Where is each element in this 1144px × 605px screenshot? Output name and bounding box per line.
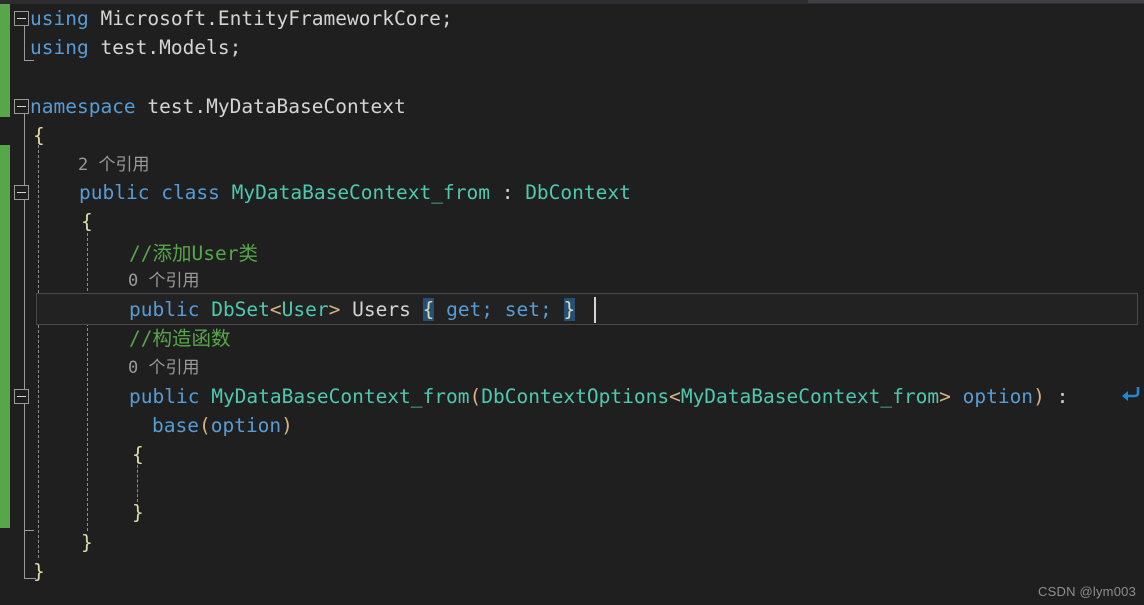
code-line-16[interactable]: { [132,440,144,469]
code-line-12-comment[interactable]: //构造函数 [129,324,230,353]
token-arg-option: option [210,414,282,437]
code-line-1[interactable]: using Microsoft.EntityFrameworkCore; [30,4,453,33]
token-matched-close-brace: } [563,298,576,321]
token-colon-inherit: : [501,181,514,204]
token-ctor-name: MyDataBaseContext_from [211,385,470,408]
code-editor-surface[interactable]: using Microsoft.EntityFrameworkCore; usi… [0,0,1144,605]
codelens-property-references[interactable]: 0 个引用 [128,268,199,294]
token-open-brace-class: { [81,210,93,233]
code-line-5[interactable]: { [33,121,45,150]
token-keyword-class: class [161,181,220,204]
code-line-14[interactable]: public MyDataBaseContext_from(DbContextO… [129,382,1068,411]
code-text-layer: using Microsoft.EntityFrameworkCore; usi… [0,0,1144,605]
token-lparen-ctor: ( [469,385,482,408]
token-property-users: Users [352,298,411,321]
token-type-generic-arg: MyDataBaseContext_from [680,385,940,408]
token-close-brace-class: } [81,531,93,554]
token-open-brace-namespace: { [33,124,45,147]
code-line-2[interactable]: using test.Models; [30,33,241,62]
code-line-15[interactable]: base(option) [152,411,293,440]
token-type-dbset: DbSet [211,298,270,321]
code-line-19[interactable]: } [81,528,93,557]
token-type-class-name: MyDataBaseContext_from [231,181,490,204]
code-line-20[interactable]: } [33,557,45,586]
token-keyword-using-1: using [30,7,89,30]
token-close-brace-ctor: } [132,501,144,524]
token-keyword-public-prop: public [129,298,200,321]
token-type-dbcontext: DbContext [525,181,631,204]
token-type-user: User [281,298,329,321]
token-namespace-name: test.MyDataBaseContext [147,95,406,118]
token-keyword-public-ctor: public [129,385,200,408]
code-line-18[interactable]: } [132,498,144,527]
watermark-label: CSDN @lym003 [1038,584,1136,599]
token-colon-base: : [1056,385,1069,408]
token-angle-close: > [328,298,341,321]
token-keyword-public-class: public [79,181,150,204]
token-rparen-ctor: ) [1033,385,1045,408]
token-namespace-microsoft-efcore: Microsoft.EntityFrameworkCore; [100,7,453,30]
token-keyword-namespace: namespace [30,95,136,118]
token-type-dbcontextoptions: DbContextOptions [481,385,670,408]
token-angle-open: < [269,298,282,321]
token-keyword-get: get; [446,298,494,321]
token-matched-open-brace: { [422,298,435,321]
token-lparen-base: ( [198,414,211,437]
token-close-brace-namespace: } [33,560,45,583]
text-caret [594,297,596,323]
token-keyword-set: set; [504,298,552,321]
codelens-constructor-references[interactable]: 0 个引用 [128,355,199,381]
code-line-7[interactable]: public class MyDataBaseContext_from : Db… [79,178,631,207]
code-line-11[interactable]: public DbSet<User> Users { get; set; } [129,295,576,324]
codelens-class-references[interactable]: 2 个引用 [78,152,149,178]
token-keyword-base: base [152,414,199,437]
word-wrap-arrow-icon [1122,387,1140,401]
token-keyword-using-2: using [30,36,89,59]
token-param-option: option [962,385,1034,408]
token-angle-open-generic: < [669,385,681,408]
code-line-8[interactable]: { [81,207,93,236]
code-line-9-comment[interactable]: //添加User类 [129,239,258,268]
token-angle-close-generic: > [939,385,951,408]
code-line-4[interactable]: namespace test.MyDataBaseContext [30,92,406,121]
token-namespace-test-models: test.Models; [100,36,242,59]
token-rparen-base: ) [281,414,293,437]
word-wrap-continuation-icon [1118,383,1140,410]
token-open-brace-ctor: { [132,443,144,466]
